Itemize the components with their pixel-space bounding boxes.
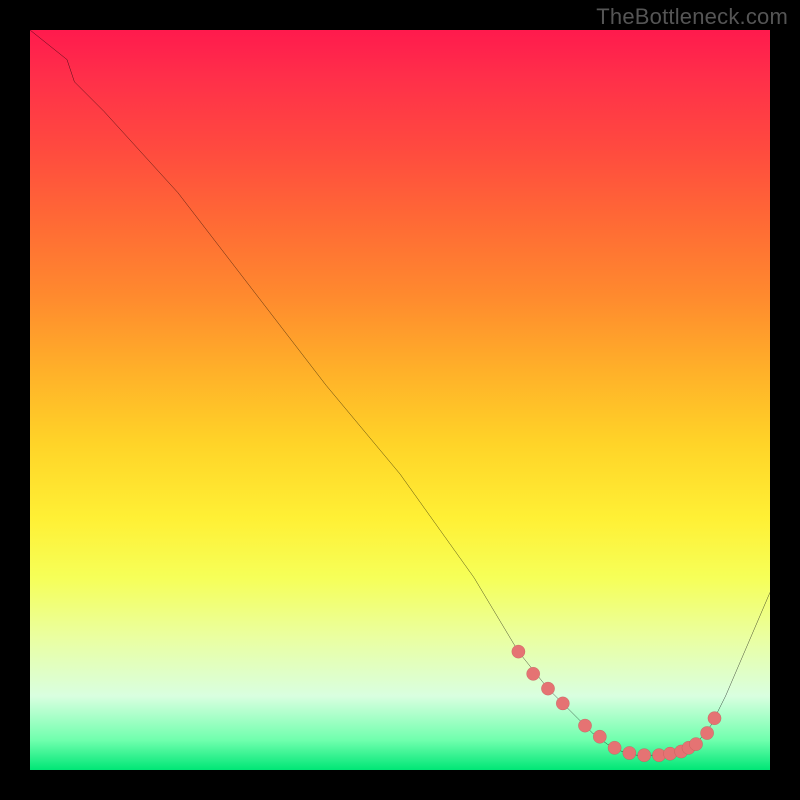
curve-marker bbox=[689, 737, 702, 750]
curve-marker bbox=[700, 726, 713, 739]
bottleneck-curve bbox=[30, 30, 770, 755]
curve-marker bbox=[556, 697, 569, 710]
chart-svg bbox=[30, 30, 770, 770]
curve-marker bbox=[512, 645, 525, 658]
watermark-text: TheBottleneck.com bbox=[596, 4, 788, 30]
curve-marker bbox=[638, 749, 651, 762]
curve-marker bbox=[608, 741, 621, 754]
curve-marker bbox=[541, 682, 554, 695]
curve-marker bbox=[593, 730, 606, 743]
plot-area bbox=[30, 30, 770, 770]
curve-marker bbox=[708, 712, 721, 725]
curve-marker bbox=[527, 667, 540, 680]
curve-marker bbox=[623, 746, 636, 759]
chart-frame: TheBottleneck.com bbox=[0, 0, 800, 800]
curve-markers bbox=[512, 645, 721, 762]
curve-marker bbox=[663, 747, 676, 760]
curve-marker bbox=[578, 719, 591, 732]
